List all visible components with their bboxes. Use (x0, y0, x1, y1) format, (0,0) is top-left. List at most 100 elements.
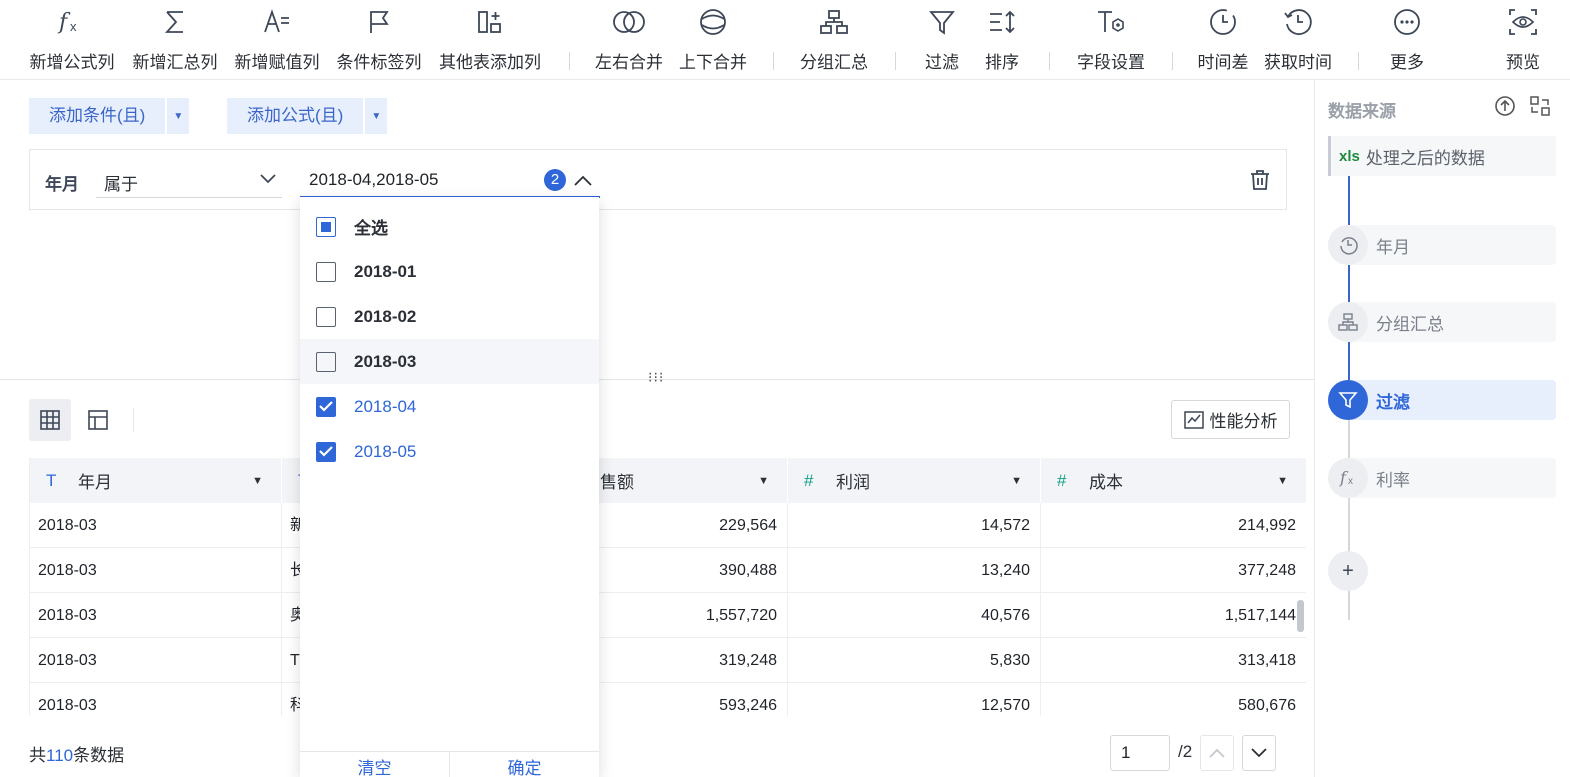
row-count-suffix: 条数据 (73, 746, 125, 765)
time-difference-button[interactable]: 时间差 (1195, 0, 1251, 80)
prev-page-button[interactable] (1200, 735, 1234, 771)
cell: 313,418 (1041, 638, 1306, 683)
cell: 2018-03 (30, 638, 282, 683)
divider (133, 408, 134, 432)
filter-button[interactable]: 过滤 (921, 0, 963, 80)
row-count-prefix: 共 (29, 746, 46, 765)
upload-icon[interactable] (1493, 94, 1517, 118)
add-formula-button[interactable]: 添加公式(且) ▼ (227, 98, 388, 134)
vertical-merge-button[interactable]: 上下合并 (675, 0, 751, 80)
option-label: 2018-03 (354, 351, 417, 371)
group-summary-button[interactable]: 分组汇总 (796, 0, 872, 80)
caret-down-icon[interactable]: ▼ (1011, 475, 1022, 487)
toolbar-label: 新增赋值列 (234, 53, 320, 72)
dropdown-footer: 清空 确定 (300, 751, 599, 777)
resize-grip-icon[interactable]: ⁝⁝⁝ (648, 369, 664, 386)
toolbar-label: 字段设置 (1077, 53, 1145, 72)
checkbox-icon[interactable] (316, 261, 336, 282)
step-filter[interactable]: 过滤 (1328, 380, 1556, 420)
step-year-month[interactable]: 年月 (1328, 225, 1556, 265)
column-name: 成本 (1089, 473, 1123, 492)
caret-down-icon[interactable]: ▼ (758, 475, 769, 487)
sort-button[interactable]: 排序 (982, 0, 1022, 80)
add-column-from-other-table-button[interactable]: 其他表添加列 (435, 0, 545, 80)
clear-button[interactable]: 清空 (300, 752, 449, 777)
toolbar-label: 时间差 (1197, 53, 1249, 72)
preview-table: T 年月 ▼ T ▼ # 销售额 ▼ # 利润 ▼ # 成本 ▼ 2018-03… (29, 458, 1306, 716)
group-icon (819, 0, 849, 44)
source-item[interactable]: xls 处理之后的数据 (1328, 136, 1556, 176)
confirm-button[interactable]: 确定 (449, 752, 599, 777)
add-formula-label[interactable]: 添加公式(且) (227, 98, 363, 134)
assign-icon (262, 0, 292, 44)
operator-select[interactable]: 属于 (96, 162, 282, 198)
toolbar-divider (1049, 52, 1050, 70)
chevron-down-icon (1251, 748, 1267, 758)
value-dropdown: 全选 2018-01 2018-02 2018-03 2018-04 2018-… (300, 197, 599, 777)
caret-down-icon[interactable]: ▼ (165, 98, 189, 134)
toolbar-label: 其他表添加列 (439, 53, 541, 72)
toolbar: fx 新增公式列 新增汇总列 新增赋值列 条件标签列 其他表添加列 左右合并 上… (0, 0, 1570, 80)
grid-view-button[interactable] (29, 399, 71, 441)
option-item[interactable]: 2018-01 (300, 249, 599, 294)
option-item[interactable]: 2018-03 (300, 339, 599, 384)
checkbox-checked-icon[interactable] (316, 441, 336, 462)
column-header[interactable]: # 成本 ▼ (1041, 458, 1306, 503)
cell: 214,992 (1041, 503, 1306, 548)
table-scrollbar[interactable] (1297, 600, 1304, 632)
option-item[interactable]: 2018-05 (300, 429, 599, 474)
sidebar-title: 数据来源 (1328, 102, 1396, 121)
grid-icon (40, 410, 60, 430)
horizontal-merge-button[interactable]: 左右合并 (592, 0, 666, 80)
toolbar-divider (773, 52, 774, 70)
add-formula-column-button[interactable]: fx 新增公式列 (26, 0, 118, 80)
toolbar-label: 上下合并 (679, 53, 747, 72)
step-label: 年月 (1376, 237, 1410, 257)
caret-down-icon[interactable]: ▼ (363, 98, 387, 134)
caret-down-icon[interactable]: ▼ (1277, 475, 1288, 487)
option-item[interactable]: 2018-04 (300, 384, 599, 429)
checkbox-icon[interactable] (316, 306, 336, 327)
step-rate[interactable]: fx 利率 (1328, 458, 1556, 498)
next-page-button[interactable] (1242, 735, 1276, 771)
add-condition-label[interactable]: 添加条件(且) (29, 98, 165, 134)
column-header[interactable]: # 利润 ▼ (788, 458, 1041, 503)
more-button[interactable]: 更多 (1387, 0, 1427, 80)
add-assign-column-button[interactable]: 新增赋值列 (231, 0, 323, 80)
option-label: 2018-05 (354, 441, 417, 461)
cell: 580,676 (1041, 683, 1306, 716)
get-time-button[interactable]: 获取时间 (1261, 0, 1335, 80)
toolbar-label: 预览 (1506, 53, 1540, 72)
preview-button[interactable]: 预览 (1503, 0, 1543, 80)
column-header[interactable]: T 年月 ▼ (30, 458, 282, 503)
toolbar-label: 排序 (985, 53, 1019, 72)
number-type-icon: # (804, 470, 814, 490)
svg-text:x: x (1348, 476, 1353, 487)
cell: 13,240 (788, 548, 1041, 593)
option-select-all[interactable]: 全选 (300, 204, 599, 249)
step-label: 利率 (1376, 470, 1410, 490)
field-settings-button[interactable]: 字段设置 (1073, 0, 1149, 80)
trash-icon[interactable] (1249, 169, 1271, 191)
add-condition-button[interactable]: 添加条件(且) ▼ (29, 98, 190, 134)
formula-icon: fx (1328, 458, 1368, 498)
add-summary-column-button[interactable]: 新增汇总列 (129, 0, 221, 80)
caret-down-icon[interactable]: ▼ (252, 475, 263, 487)
add-step-button[interactable]: + (1328, 551, 1368, 591)
layout-view-button[interactable] (77, 399, 119, 441)
checkbox-icon[interactable] (316, 351, 336, 372)
layout-icon (88, 410, 108, 430)
option-item[interactable]: 2018-02 (300, 294, 599, 339)
source-label: 处理之后的数据 (1365, 148, 1485, 168)
checkbox-checked-icon[interactable] (316, 396, 336, 417)
add-condition-tag-column-button[interactable]: 条件标签列 (333, 0, 425, 80)
value-multiselect[interactable]: 2018-04,2018-05 2 (300, 162, 600, 198)
time-icon (1328, 225, 1368, 265)
page-input[interactable] (1110, 735, 1170, 771)
step-group-summary[interactable]: 分组汇总 (1328, 302, 1556, 342)
switch-source-icon[interactable] (1528, 94, 1552, 118)
number-type-icon: # (1057, 470, 1067, 490)
checkbox-partial-icon[interactable] (316, 216, 336, 237)
option-label: 2018-04 (354, 396, 417, 416)
performance-analysis-button[interactable]: 性能分析 (1171, 400, 1290, 439)
